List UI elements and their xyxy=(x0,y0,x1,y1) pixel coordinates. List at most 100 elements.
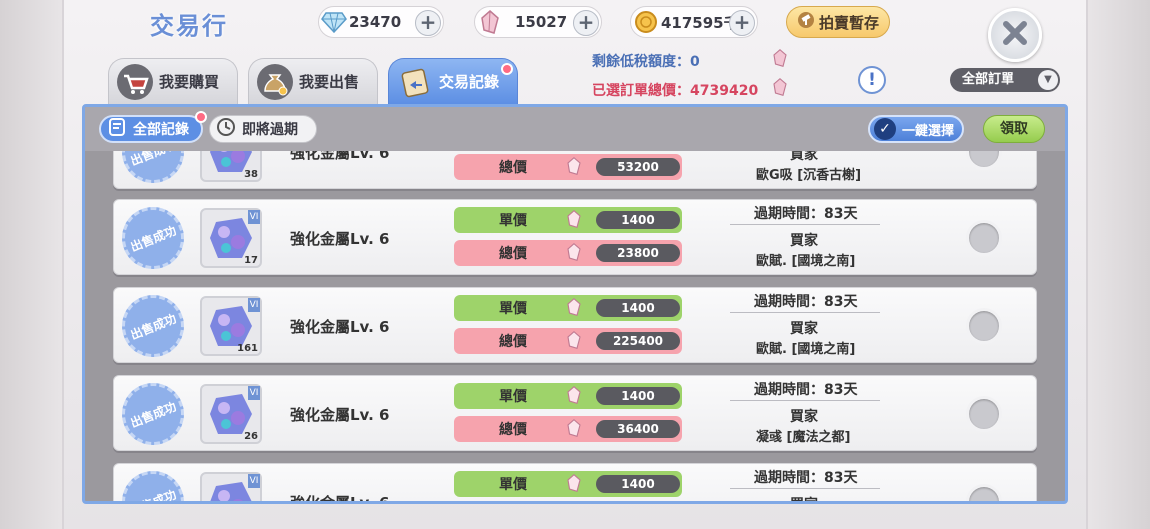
notification-dot xyxy=(195,111,207,123)
left-decoration xyxy=(0,0,70,529)
add-crystal-button[interactable]: + xyxy=(573,10,599,36)
crystal-icon xyxy=(566,157,582,179)
select-radio[interactable] xyxy=(966,151,1002,170)
selected-total: 已選訂單總價：4739420 xyxy=(592,78,787,100)
select-radio[interactable] xyxy=(966,220,1002,256)
select-radio[interactable] xyxy=(966,396,1002,432)
close-button[interactable] xyxy=(988,8,1042,62)
level-tag: VI xyxy=(248,474,260,488)
total-price-bar: 總價 225400 xyxy=(454,328,682,354)
notification-dot xyxy=(501,63,513,75)
crystal-icon xyxy=(566,474,582,496)
unit-price-bar: 單價 1400 xyxy=(454,207,682,233)
diamond-icon xyxy=(319,7,349,37)
item-name: 強化金屬Lv. 6 xyxy=(290,406,390,424)
select-all-label: 一鍵選擇 xyxy=(902,123,955,139)
total-price-value: 53200 xyxy=(596,158,680,176)
item-quantity: 26 xyxy=(244,431,258,442)
crystal-icon xyxy=(566,331,582,353)
crystal-count: 15027 xyxy=(515,13,568,31)
item-slot[interactable]: VI 161 xyxy=(200,296,262,356)
sold-stamp: 出售成功 xyxy=(113,461,194,501)
buyer-label: 買家 xyxy=(790,494,818,501)
check-icon: ✓ xyxy=(874,118,896,140)
crystal-icon xyxy=(566,386,582,408)
claim-button[interactable]: 領取 xyxy=(983,115,1045,143)
chevron-down-icon: ▼ xyxy=(1038,70,1058,90)
item-slot[interactable]: VI 26 xyxy=(200,384,262,444)
subtab-all-records[interactable]: 全部記錄 xyxy=(99,115,203,143)
buyer-label: 買家 xyxy=(790,233,818,249)
expire-time: 過期時間：83天 xyxy=(754,382,858,398)
unit-price-value: 1400 xyxy=(596,387,680,405)
tab-sell[interactable]: 我要出售 xyxy=(248,58,378,104)
diamond-currency: 23470 + xyxy=(318,6,444,38)
unit-price-bar: 單價 1400 xyxy=(454,295,682,321)
level-tag: VI xyxy=(248,298,260,312)
info-button[interactable]: ! xyxy=(858,66,886,94)
buyer-name: 歐賦. [國境之南] xyxy=(756,254,856,269)
total-price-label: 總價 xyxy=(499,246,527,262)
item-slot[interactable]: VI 38 xyxy=(200,151,262,182)
clock-icon xyxy=(216,117,236,141)
unit-price-value: 1400 xyxy=(596,299,680,317)
coin-icon xyxy=(631,7,661,37)
crystal-icon xyxy=(566,298,582,320)
tax-quota-label: 剩餘低稅額度： xyxy=(592,54,690,70)
order-filter-value: 全部訂單 xyxy=(962,72,1015,87)
order-filter-dropdown[interactable]: 全部訂單 ▼ xyxy=(950,68,1060,92)
item-slot[interactable]: VI 17 xyxy=(200,208,262,268)
expire-time: 過期時間：83天 xyxy=(754,470,858,486)
scroll-icon xyxy=(395,62,435,102)
select-radio[interactable] xyxy=(966,484,1002,501)
total-price-bar: 總價 36400 xyxy=(454,416,682,442)
money-bag-icon xyxy=(255,62,295,102)
coin-currency: 417595千 + xyxy=(630,6,758,38)
total-price-bar: 總價 23800 xyxy=(454,240,682,266)
selected-total-label: 已選訂單總價： xyxy=(592,83,690,99)
buyer-name: 凝彧 [魔法之都] xyxy=(756,430,851,445)
tab-buy-label: 我要購買 xyxy=(159,73,220,91)
diamond-count: 23470 xyxy=(349,13,402,31)
page-title: 交易行 xyxy=(150,12,228,40)
level-tag: VI xyxy=(248,210,260,224)
auction-storage-button[interactable]: 拍賣暫存 xyxy=(786,6,890,38)
info-icon: ! xyxy=(868,70,876,90)
unit-price-bar: 單價 1400 xyxy=(454,383,682,409)
tab-sell-label: 我要出售 xyxy=(299,73,360,91)
add-coin-button[interactable]: + xyxy=(729,10,755,36)
total-price-value: 23800 xyxy=(596,244,680,262)
item-name: 強化金屬Lv. 6 xyxy=(290,492,389,501)
records-panel: 全部記錄 即將過期 ✓ 一鍵選擇 領取 出售成功 VI 38 強化金屬Lv. 6 xyxy=(82,104,1068,504)
total-price-value: 36400 xyxy=(596,420,680,438)
crystal-icon xyxy=(566,419,582,441)
coin-count: 417595千 xyxy=(661,13,739,32)
select-all-button[interactable]: ✓ 一鍵選擇 xyxy=(868,115,964,143)
cart-icon xyxy=(115,62,155,102)
buyer-label: 買家 xyxy=(790,409,818,425)
auction-storage-label: 拍賣暫存 xyxy=(818,13,879,32)
item-slot[interactable]: VI xyxy=(200,472,262,501)
crystal-icon xyxy=(772,78,788,100)
buyer-label: 買家 xyxy=(790,151,818,163)
tax-quota: 剩餘低稅額度：0 xyxy=(592,49,787,71)
list-item: 出售成功 VI 38 強化金屬Lv. 6 總價 53200 買家 歐G吸 [沉香… xyxy=(113,151,1037,193)
item-quantity: 161 xyxy=(237,343,258,354)
item-name: 強化金屬Lv. 6 xyxy=(290,318,390,336)
tab-records[interactable]: 交易記錄 xyxy=(388,58,518,104)
divider xyxy=(730,224,880,225)
sold-stamp: 出售成功 xyxy=(113,197,194,279)
select-radio[interactable] xyxy=(966,308,1002,344)
list-icon xyxy=(107,117,127,141)
unit-price-value: 1400 xyxy=(596,211,680,229)
divider xyxy=(730,400,880,401)
expire-time: 過期時間：83天 xyxy=(754,206,858,222)
unit-price-bar: 單價 1400 xyxy=(454,471,682,497)
tab-buy[interactable]: 我要購買 xyxy=(108,58,238,104)
records-list[interactable]: 出售成功 VI 38 強化金屬Lv. 6 總價 53200 買家 歐G吸 [沉香… xyxy=(113,151,1037,501)
level-tag: VI xyxy=(248,386,260,400)
crystal-icon xyxy=(566,210,582,232)
subtab-expiring[interactable]: 即將過期 xyxy=(209,115,317,143)
add-diamond-button[interactable]: + xyxy=(415,10,441,36)
buyer-name: 歐賦. [國境之南] xyxy=(756,342,856,357)
